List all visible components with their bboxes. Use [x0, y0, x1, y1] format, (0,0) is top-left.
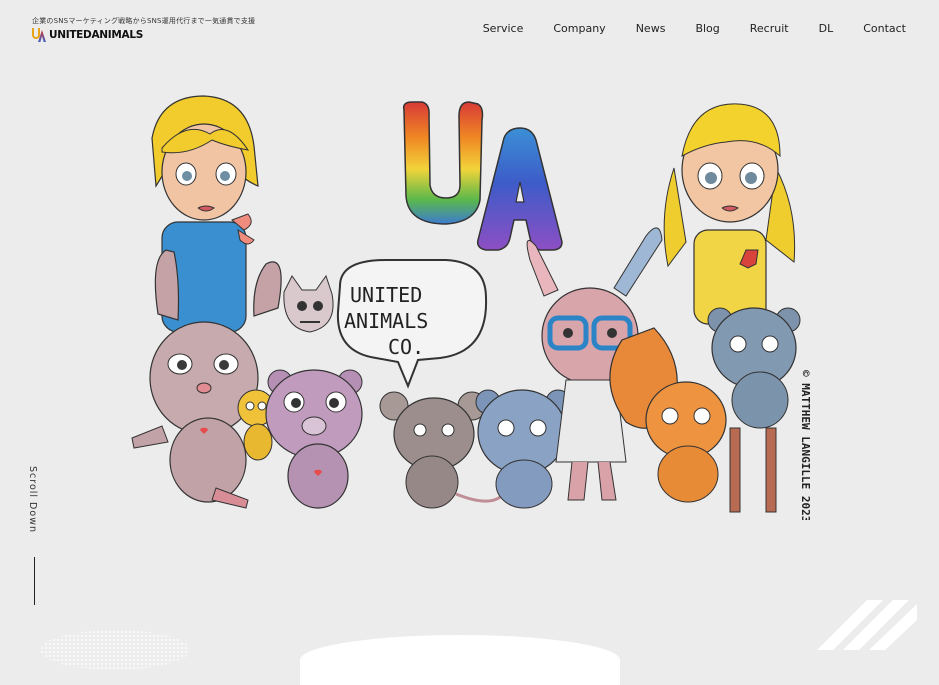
nav-contact[interactable]: Contact: [863, 22, 906, 35]
blue-bear: [475, 389, 571, 509]
nav-blog[interactable]: Blog: [695, 22, 719, 35]
nav-news[interactable]: News: [636, 22, 666, 35]
scroll-down-label[interactable]: Scroll Down: [27, 466, 38, 533]
speech-bubble: UNITED ANIMALS CO.: [336, 259, 488, 389]
orange-squirrel: [609, 327, 727, 503]
nav-service[interactable]: Service: [483, 22, 524, 35]
stripe-decoration: [817, 600, 917, 650]
nav-company[interactable]: Company: [553, 22, 605, 35]
main-nav: Service Company News Blog Recruit DL Con…: [483, 22, 906, 35]
ua-letters: [402, 101, 563, 251]
bubble-line-2: ANIMALS: [344, 309, 428, 333]
logo-text: UNITEDANIMALS: [49, 29, 144, 41]
hero-drawing: UNITED ANIMALS CO. © MATTHEW LANGILLE 20…: [131, 95, 812, 522]
bottom-curve-decoration: [300, 635, 620, 685]
site-tagline: 企業のSNSマーケティング戦略からSNS運用代行まで一気通貫で支援: [32, 17, 256, 25]
scroll-indicator-line: [34, 557, 35, 605]
bubble-line-1: UNITED: [350, 283, 422, 307]
site-logo[interactable]: UNITEDANIMALS: [32, 28, 143, 42]
nav-dl[interactable]: DL: [819, 22, 834, 35]
bubble-line-3: CO.: [388, 335, 424, 359]
skull-cat: [283, 274, 334, 333]
nav-recruit[interactable]: Recruit: [750, 22, 789, 35]
dotted-decoration: [40, 630, 190, 670]
right-girl: [663, 103, 796, 325]
logo-mark-icon: [32, 28, 46, 42]
site-header: 企業のSNSマーケティング戦略からSNS運用代行まで一気通貫で支援 UNITED…: [0, 0, 939, 60]
hero-illustration: UNITED ANIMALS CO. © MATTHEW LANGILLE 20…: [126, 90, 826, 522]
artist-signature: © MATTHEW LANGILLE 2023: [799, 370, 812, 520]
purple-bear: [265, 369, 363, 509]
